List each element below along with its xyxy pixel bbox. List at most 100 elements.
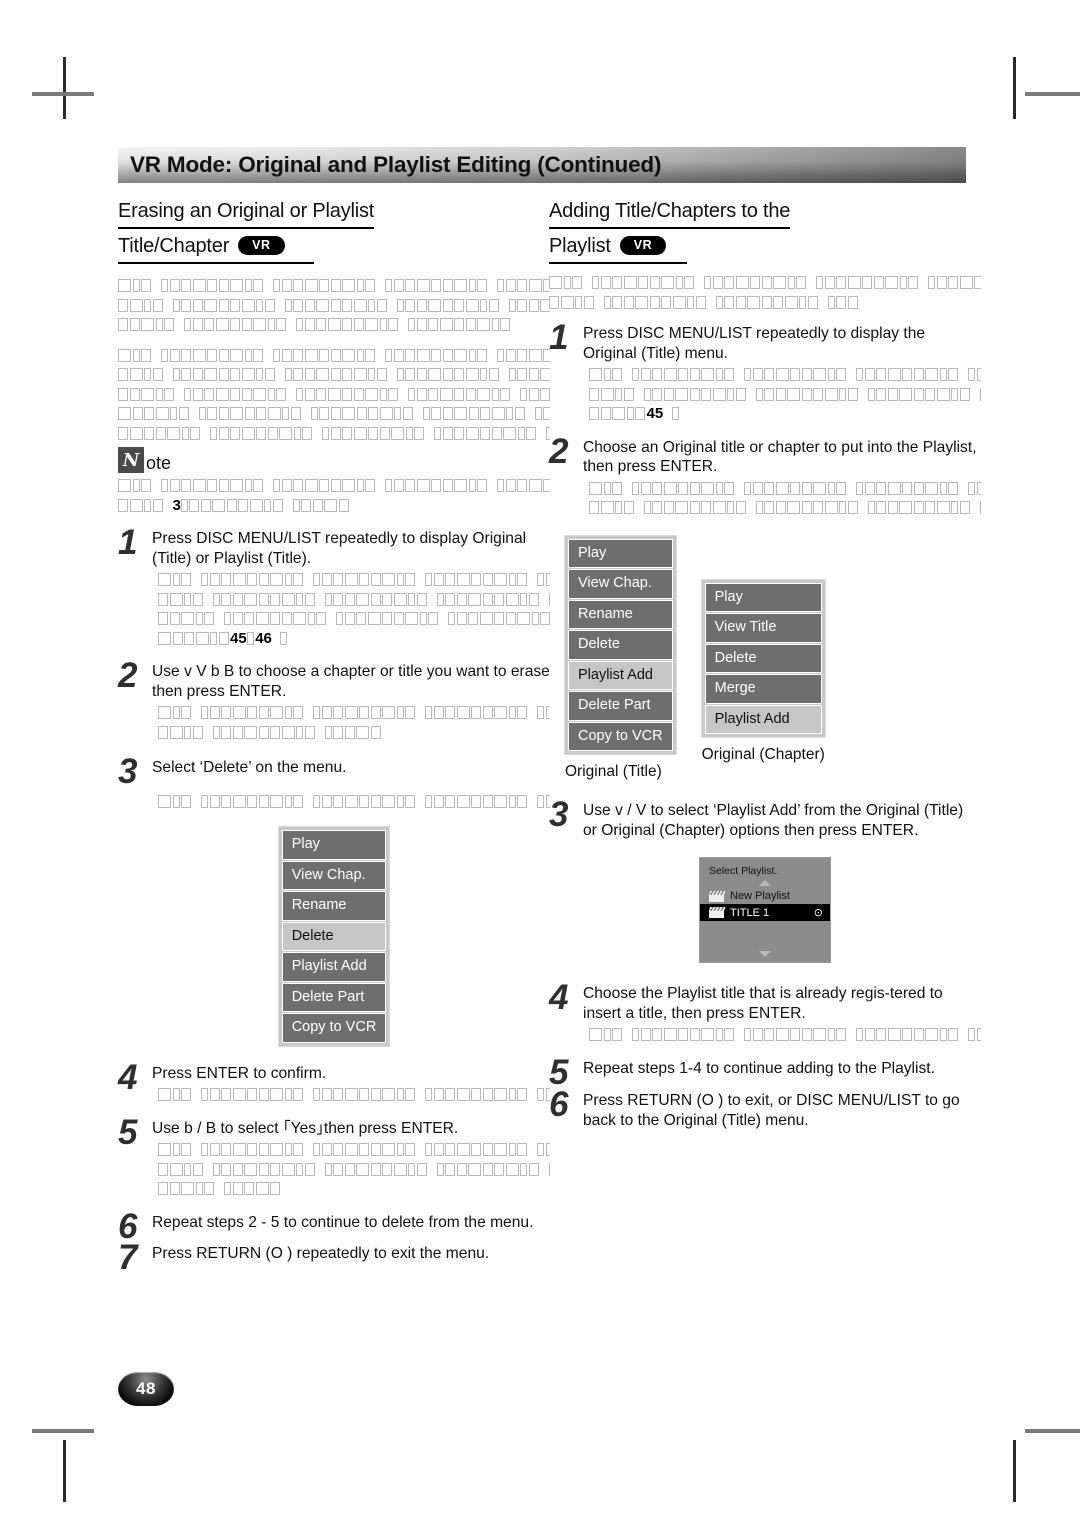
- select-playlist-dialog[interactable]: Select Playlist. New Playlist TITLE 1 ⊙: [700, 858, 830, 962]
- dialog-row-label: TITLE 1: [730, 906, 770, 919]
- untranslated-text-line: [118, 276, 550, 296]
- left-menu-wrap: Play View Chap. Rename Delete Playlist Add De…: [118, 827, 550, 1046]
- note-body: 3: [118, 476, 550, 515]
- original-title-menu-left[interactable]: Play View Chap. Rename Delete Playlist Add De…: [278, 827, 390, 1046]
- crop-mark-bottom-right-horizontal: [1025, 1429, 1080, 1433]
- untranslated-text-line: [589, 498, 981, 518]
- untranslated-text-line: [158, 609, 550, 629]
- left-step-3-sub: [152, 792, 550, 812]
- right-section-heading: Adding Title/Chapters to the: [549, 196, 981, 229]
- right-step-6-number: 6: [549, 1085, 569, 1124]
- left-step-7-text: Press RETURN (O ) repeatedly to exit the…: [152, 1245, 490, 1262]
- original-title-caption: Original (Title): [565, 763, 662, 780]
- untranslated-text-line: [589, 365, 981, 385]
- untranslated-text-line: [158, 570, 550, 590]
- untranslated-text-line: [118, 476, 550, 496]
- menu-item-playlist-add[interactable]: Playlist Add: [281, 952, 387, 982]
- left-step-4-sub: [152, 1085, 550, 1105]
- left-step-2: 2 Use v V b B to choose a chapter or tit…: [118, 658, 550, 742]
- right-step-3-number: 3: [549, 795, 569, 834]
- left-step-2-sub: [152, 703, 550, 742]
- left-step-6-text: Repeat steps 2 - 5 to continue to delete…: [152, 1213, 534, 1231]
- right-intro-paragraph: [549, 273, 981, 312]
- left-step-7: 7 Press RETURN (O ) repeatedly to exit t…: [118, 1240, 550, 1275]
- original-chapter-caption: Original (Chapter): [701, 746, 825, 763]
- menu-item-playlist-add[interactable]: Playlist Add: [704, 704, 822, 734]
- untranslated-text-line: [158, 1179, 550, 1199]
- record-dot-icon: ⊙: [813, 907, 823, 919]
- menu-item-rename[interactable]: Rename: [281, 891, 387, 921]
- crop-mark-bottom-right-vertical: [1013, 1440, 1016, 1502]
- clapperboard-icon: [709, 907, 726, 918]
- right-step-2-number: 2: [549, 431, 569, 471]
- untranslated-text-line: [158, 703, 550, 723]
- left-step-7-number: 7: [118, 1238, 138, 1277]
- crop-mark-top-left-vertical: [63, 57, 66, 119]
- right-step-3-text: Use v / V to select ‘Playlist Add’ from …: [583, 802, 964, 839]
- left-step-1-number: 1: [118, 523, 138, 562]
- untranslated-text-line: [118, 346, 550, 366]
- menu-item-playlist-add[interactable]: Playlist Add: [568, 660, 673, 690]
- menu-item-delete[interactable]: Delete: [281, 921, 387, 951]
- left-step-1-sub: 45 46: [152, 570, 550, 648]
- dialog-row-title-1[interactable]: TITLE 1 ⊙: [700, 904, 830, 921]
- untranslated-text-line: [158, 1085, 550, 1105]
- menu-item-play[interactable]: Play: [568, 538, 673, 568]
- menu-item-merge[interactable]: Merge: [704, 674, 822, 704]
- left-heading-line2: Title/Chapter: [118, 231, 229, 264]
- crop-mark-top-right-vertical: [1013, 57, 1016, 119]
- crop-mark-bottom-left-horizontal: [32, 1429, 94, 1433]
- untranslated-text-line: [158, 590, 550, 610]
- right-heading-line2: Playlist: [549, 231, 611, 264]
- untranslated-text-line: [118, 296, 550, 316]
- menu-item-delete-part[interactable]: Delete Part: [281, 982, 387, 1012]
- dialog-wrap: Select Playlist. New Playlist TITLE 1 ⊙: [549, 858, 981, 962]
- untranslated-text-line: [158, 1140, 550, 1160]
- untranslated-text-line: 45: [589, 404, 981, 424]
- page-number-badge: 48: [118, 1372, 174, 1406]
- menu-item-rename[interactable]: Rename: [568, 599, 673, 629]
- right-column: Adding Title/Chapters to the Playlist VR…: [549, 196, 981, 1130]
- note-label: ote: [146, 453, 172, 473]
- left-column: Erasing an Original or Playlist Title/Ch…: [118, 196, 550, 1275]
- right-step-2: 2 Choose an Original title or chapter to…: [549, 434, 981, 518]
- menu-item-delete[interactable]: Delete: [568, 630, 673, 660]
- menu-item-copy-to-vcr[interactable]: Copy to VCR: [568, 721, 673, 751]
- left-step-1: 1 Press DISC MENU/LIST repeatedly to dis…: [118, 525, 550, 648]
- menu-item-view-chap[interactable]: View Chap.: [281, 860, 387, 890]
- untranslated-text-line: [158, 723, 550, 743]
- menu-item-play[interactable]: Play: [281, 830, 387, 860]
- original-title-menu[interactable]: Play View Chap. Rename Delete Playlist Add De…: [565, 535, 676, 754]
- left-step-2-text: Use v V b B to choose a chapter or title…: [152, 663, 550, 700]
- untranslated-text-line: [589, 1025, 981, 1045]
- scroll-up-arrow-icon[interactable]: [759, 880, 771, 886]
- original-chapter-menu[interactable]: Play View Title Delete Merge Playlist Add: [701, 579, 825, 737]
- menu-item-copy-to-vcr[interactable]: Copy to VCR: [281, 1013, 387, 1043]
- right-step-1-number: 1: [549, 318, 569, 357]
- untranslated-text-line: [118, 365, 550, 385]
- manual-page: VR Mode: Original and Playlist Editing (…: [0, 0, 1080, 1528]
- vr-badge: VR: [238, 235, 285, 256]
- dialog-title: Select Playlist.: [709, 865, 778, 877]
- menu-item-view-chap[interactable]: View Chap.: [568, 569, 673, 599]
- scroll-down-arrow-icon[interactable]: [759, 951, 771, 957]
- menu-item-delete[interactable]: Delete: [704, 643, 822, 673]
- original-title-menu-col: Play View Chap. Rename Delete Playlist Add De…: [565, 535, 676, 782]
- crop-mark-bottom-left-vertical: [63, 1440, 66, 1502]
- dialog-row-new-playlist[interactable]: New Playlist: [700, 888, 830, 904]
- untranslated-text-line: [549, 273, 981, 293]
- left-section-heading: Erasing an Original or Playlist: [118, 196, 550, 229]
- menu-item-view-title[interactable]: View Title: [704, 613, 822, 643]
- untranslated-text-line: [118, 315, 550, 335]
- menu-item-play[interactable]: Play: [704, 582, 822, 612]
- right-step-4-sub: [583, 1025, 981, 1045]
- untranslated-text-line: [118, 385, 550, 405]
- right-heading-line1: Adding Title/Chapters to the: [549, 196, 790, 229]
- left-step-4-number: 4: [118, 1057, 138, 1097]
- right-step-1-sub: 45: [583, 365, 981, 424]
- page-reference: 3: [172, 496, 181, 514]
- left-step-6: 6 Repeat steps 2 - 5 to continue to dele…: [118, 1209, 550, 1244]
- page-number: 48: [136, 1379, 156, 1398]
- menu-item-delete-part[interactable]: Delete Part: [568, 691, 673, 721]
- left-intro-paragraph-2: [118, 346, 550, 444]
